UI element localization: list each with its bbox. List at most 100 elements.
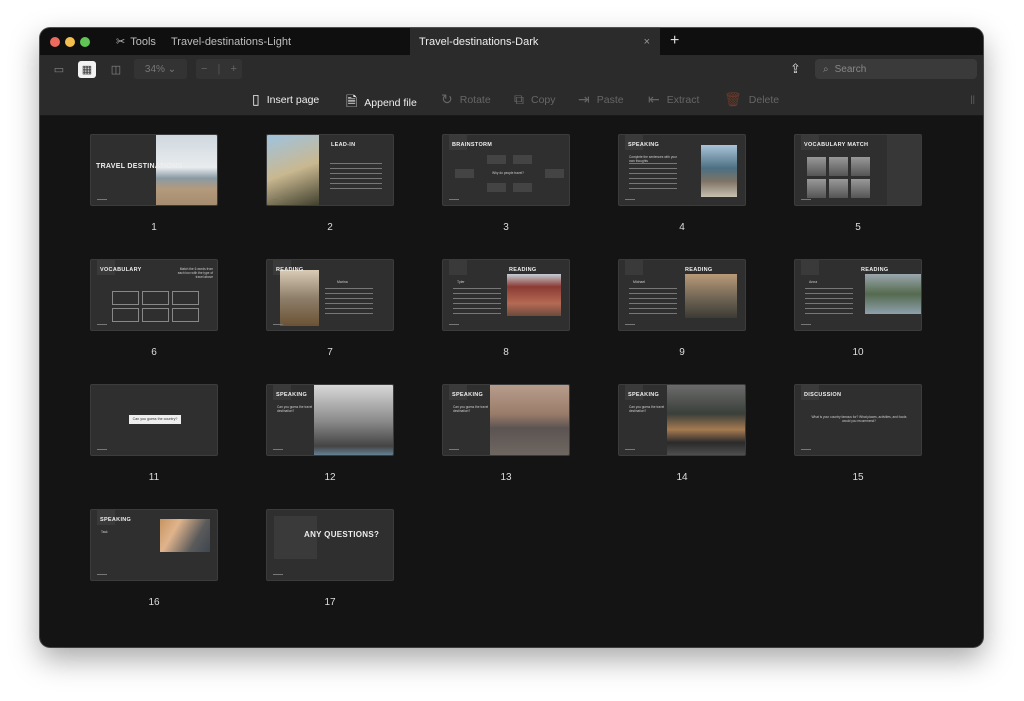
page-thumbnail[interactable]: DISCUSSION What is your country famous fo… xyxy=(794,384,922,456)
text-line xyxy=(629,173,677,174)
trash-icon: 🗑 xyxy=(724,91,742,107)
text-line xyxy=(325,313,373,314)
toolbar-grip-icon[interactable]: || xyxy=(970,94,975,104)
slide-title: LEAD-IN xyxy=(331,142,356,148)
copy-button[interactable]: ⧉ Copy xyxy=(514,91,556,108)
text-line xyxy=(805,303,853,304)
zoom-in-button[interactable]: + xyxy=(230,63,236,75)
zoom-window-button[interactable] xyxy=(80,37,90,47)
slide-title: READING xyxy=(685,267,713,273)
zoom-out-button[interactable]: − xyxy=(201,63,207,75)
page-number: 6 xyxy=(151,347,157,358)
slide-text: Tyler xyxy=(457,280,465,284)
zoom-select[interactable]: 34% ⌄ xyxy=(134,59,187,79)
brainstorm-box xyxy=(545,169,564,178)
page-thumbnail[interactable]: READING Anna xyxy=(794,259,922,331)
zoom-value: 34% xyxy=(144,63,165,75)
slide-photo xyxy=(490,385,569,455)
minimize-window-button[interactable] xyxy=(65,37,75,47)
vocab-photo xyxy=(851,179,870,198)
page-thumbnail[interactable]: READING Michael xyxy=(618,259,746,331)
tab-light[interactable]: Travel-destinations-Light xyxy=(171,28,291,55)
page-thumbnail[interactable]: READING Tyler xyxy=(442,259,570,331)
brainstorm-box xyxy=(455,169,474,178)
slide-footer xyxy=(97,574,107,575)
page-thumbnail[interactable]: VOCABULARY MATCH xyxy=(794,134,922,206)
page-number: 16 xyxy=(148,597,160,608)
new-tab-button[interactable]: + xyxy=(670,32,679,50)
text-line xyxy=(330,178,382,179)
page-thumbnail[interactable]: SPEAKING Can you guess the travel destina… xyxy=(618,384,746,456)
page-thumbnail[interactable]: READING Marina xyxy=(266,259,394,331)
page-thumbnail[interactable]: BRAINSTORM Why do people travel? xyxy=(442,134,570,206)
slide-footer xyxy=(801,324,811,325)
page-number: 11 xyxy=(148,472,160,483)
text-line xyxy=(629,183,677,184)
slide-footer xyxy=(801,199,811,200)
extract-icon: ⇤ xyxy=(648,91,660,107)
page-number: 12 xyxy=(324,472,336,483)
page-thumbnail[interactable]: VOCABULARY Match the 6 words from each bo… xyxy=(90,259,218,331)
brainstorm-box xyxy=(513,183,532,192)
page-number: 1 xyxy=(151,222,157,233)
page-thumbnail[interactable]: SPEAKING Can you guess the travel destina… xyxy=(442,384,570,456)
page-number: 13 xyxy=(500,472,512,483)
share-icon[interactable]: ⇪ xyxy=(790,61,801,77)
slide-text: What is your country famous for? What pl… xyxy=(811,415,907,424)
page-thumbnail[interactable]: SPEAKING Task xyxy=(90,509,218,581)
title-accent-block xyxy=(801,260,819,275)
insert-page-button[interactable]: ▯ Insert page xyxy=(252,91,319,108)
page-thumbnail[interactable]: Can you guess the country? xyxy=(90,384,218,456)
slide-text: Anna xyxy=(809,280,818,284)
delete-button[interactable]: 🗑 Delete xyxy=(724,91,779,108)
paste-icon: ⇥ xyxy=(578,91,590,107)
action-label: Copy xyxy=(531,93,556,106)
page-thumbnail[interactable]: TRAVEL DESTINATIONS xyxy=(90,134,218,206)
search-input[interactable]: ⌕ Search xyxy=(815,59,977,79)
page-number: 14 xyxy=(676,472,688,483)
tools-label: Tools xyxy=(130,35,156,48)
text-line xyxy=(629,288,677,289)
text-line xyxy=(629,303,677,304)
vocab-photo xyxy=(829,179,848,198)
extract-button[interactable]: ⇤ Extract xyxy=(648,91,699,108)
page-thumbnail[interactable]: ANY QUESTIONS? xyxy=(266,509,394,581)
action-label: Insert page xyxy=(266,93,320,106)
text-line xyxy=(805,293,853,294)
slide-footer xyxy=(625,199,635,200)
text-line xyxy=(325,288,373,289)
page-thumbnail[interactable]: SPEAKING Complete the sentences with your… xyxy=(618,134,746,206)
slide-photo xyxy=(267,135,319,205)
tools-button[interactable]: ✂ Tools xyxy=(116,28,156,55)
two-page-view-icon[interactable]: ◫ xyxy=(107,61,125,78)
action-label: Delete xyxy=(748,93,780,106)
zoom-stepper[interactable]: − | + xyxy=(196,59,242,79)
title-bar: ✂ Tools Travel-destinations-Light Travel-… xyxy=(40,28,983,55)
slide-photo xyxy=(701,145,737,197)
append-file-button[interactable]: 🗎 Append file xyxy=(346,91,417,115)
sidebar-view-icon[interactable]: ▭ xyxy=(50,61,68,78)
close-window-button[interactable] xyxy=(50,37,60,47)
tab-dark[interactable]: Travel-destinations-Dark × xyxy=(410,28,660,55)
slide-title: SPEAKING xyxy=(628,142,660,148)
close-tab-icon[interactable]: × xyxy=(644,36,650,48)
paste-button[interactable]: ⇥ Paste xyxy=(578,91,624,108)
text-line xyxy=(629,178,677,179)
slide-footer xyxy=(273,574,283,575)
page-thumbnail[interactable]: LEAD-IN xyxy=(266,134,394,206)
copy-icon: ⧉ xyxy=(514,91,524,107)
title-accent-block xyxy=(449,260,467,275)
vocab-photo xyxy=(851,157,870,176)
slide-text: Can you guess the travel destination? xyxy=(453,405,489,414)
append-pdf-icon: 🗎 xyxy=(346,93,358,109)
slide-footer xyxy=(449,324,459,325)
view-toolbar: ▭ ▦ ◫ 34% ⌄ − | + ⇪ ⌕ Search xyxy=(40,55,983,84)
slide-footer xyxy=(625,449,635,450)
slide-footer xyxy=(273,199,283,200)
rotate-button[interactable]: ↻ Rotate xyxy=(441,91,491,108)
page-thumbnail[interactable]: SPEAKING Can you guess the travel destina… xyxy=(266,384,394,456)
page-number: 8 xyxy=(503,347,509,358)
slide-title: SPEAKING xyxy=(276,392,308,398)
grid-view-icon[interactable]: ▦ xyxy=(78,61,96,78)
text-line xyxy=(330,183,382,184)
